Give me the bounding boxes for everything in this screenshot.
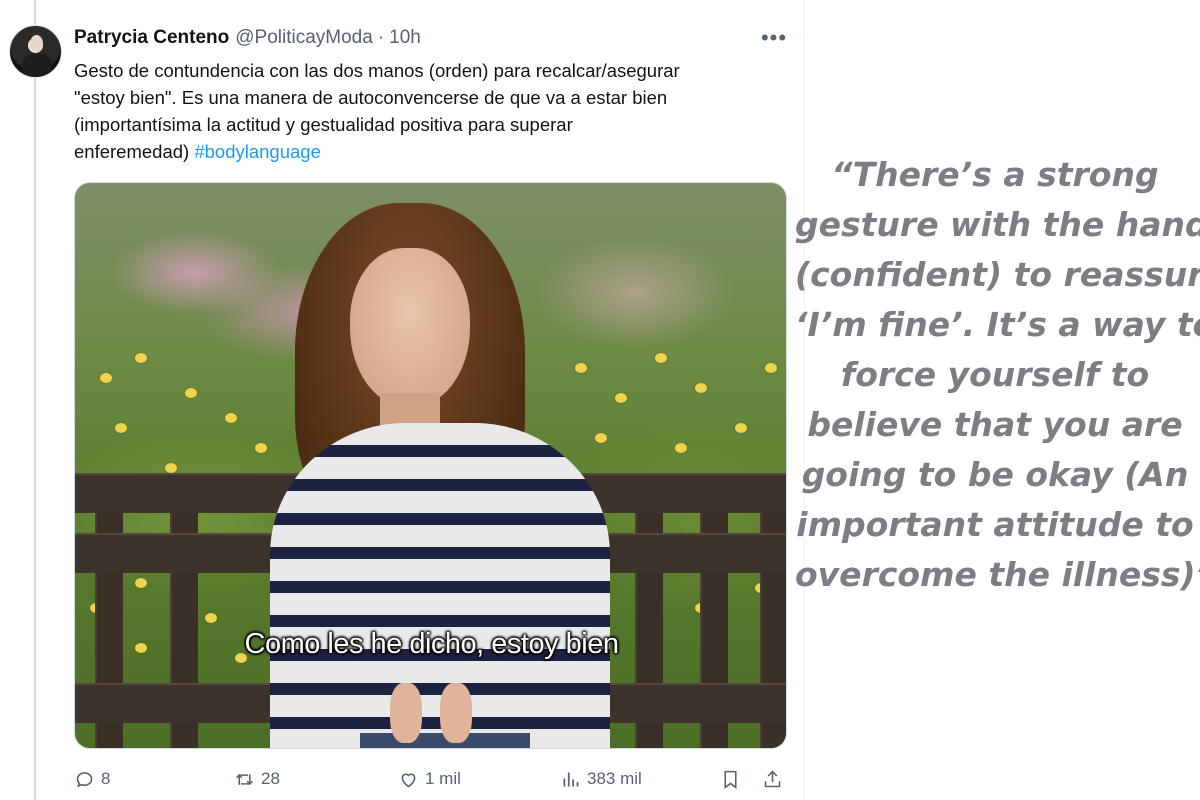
header-separator: ·	[377, 27, 385, 48]
avatar[interactable]	[9, 25, 62, 78]
daffodil	[735, 423, 747, 433]
tweet-text: Gesto de contundencia con las dos manos …	[74, 57, 784, 165]
author-display-name[interactable]: Patrycia Centeno	[74, 27, 229, 49]
tweet-text-line: enferemedad) #bodylanguage	[74, 138, 784, 165]
video-subtitle: Como les he dicho, estoy bien	[244, 628, 620, 660]
views-button[interactable]: 383 mil	[560, 764, 642, 794]
quote-line: important attitude to	[796, 505, 1194, 544]
tweet-text-line-end: enferemedad)	[74, 141, 190, 162]
daffodil	[185, 388, 197, 398]
person-figure	[270, 203, 610, 748]
daffodil	[255, 443, 267, 453]
share-button[interactable]	[762, 764, 783, 794]
quote-line: overcome the illness)”	[795, 555, 1200, 594]
daffodil	[100, 373, 112, 383]
views-icon	[563, 772, 579, 786]
left-hand	[390, 683, 422, 743]
views-count: 383 mil	[587, 769, 642, 788]
daffodil	[135, 353, 147, 363]
retweet-button[interactable]: 28	[234, 764, 280, 794]
tweet-header: Patrycia Centeno @PoliticayModa · 10h	[74, 26, 421, 50]
avatar-body	[22, 54, 52, 77]
author-handle[interactable]: @PoliticayModa	[235, 27, 373, 49]
reply-count: 8	[101, 769, 111, 788]
share-icon	[764, 770, 781, 787]
tweet-action-bar: 8 28 1 mil 383 mil	[74, 764, 789, 794]
reply-icon	[76, 771, 93, 787]
retweet-icon	[236, 773, 253, 785]
avatar-face	[30, 35, 43, 52]
face	[350, 248, 470, 408]
bookmark-button[interactable]	[720, 764, 741, 794]
like-button[interactable]: 1 mil	[398, 764, 461, 794]
hashtag-link[interactable]: #bodylanguage	[194, 141, 321, 162]
tweet-text-line: (importantísima la actitud y gestualidad…	[74, 114, 573, 135]
daffodil	[655, 353, 667, 363]
tweet-text-line: Gesto de contundencia con las dos manos …	[74, 60, 680, 81]
daffodil	[765, 363, 777, 373]
thread-line	[34, 0, 36, 800]
right-hand	[440, 683, 472, 743]
daffodil	[165, 463, 177, 473]
bookmark-icon	[724, 770, 737, 789]
tweet-text-line: "estoy bien". Es una manera de autoconve…	[74, 87, 668, 108]
tweet-timestamp[interactable]: 10h	[389, 27, 421, 49]
tweet-media-video[interactable]: Como les he dicho, estoy bien	[74, 182, 787, 749]
quote-line: gesture with the hands	[795, 205, 1200, 244]
translation-quote: “There’s a strong gesture with the hands…	[795, 150, 1200, 600]
retweet-count: 28	[261, 769, 280, 788]
daffodil	[675, 443, 687, 453]
reply-button[interactable]: 8	[74, 764, 110, 794]
daffodil	[615, 393, 627, 403]
daffodil	[115, 423, 127, 433]
quote-line: force yourself to	[840, 355, 1150, 394]
quote-line: “There’s a strong	[831, 155, 1159, 194]
tweet-card[interactable]: Patrycia Centeno @PoliticayModa · 10h ••…	[0, 0, 805, 800]
quote-line: going to be okay (An	[801, 455, 1189, 494]
more-horizontal-icon[interactable]: •••	[760, 24, 788, 52]
daffodil	[225, 413, 237, 423]
like-count: 1 mil	[425, 769, 461, 788]
quote-line: ‘I’m fine’. It’s a way to	[795, 305, 1200, 344]
quote-line: (confident) to reassure	[795, 255, 1200, 294]
like-icon	[401, 773, 416, 787]
daffodil	[695, 383, 707, 393]
quote-line: believe that you are	[807, 405, 1183, 444]
